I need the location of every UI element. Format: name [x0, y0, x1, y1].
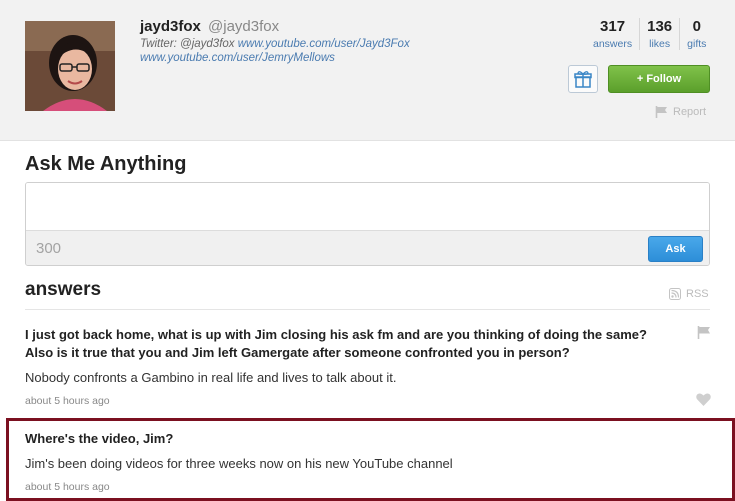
stat-answers-label: answers [593, 38, 633, 50]
stat-answers[interactable]: 317 answers [586, 18, 639, 50]
answer-timestamp[interactable]: about 5 hours ago [25, 481, 110, 493]
bio: Twitter: @jayd3fox www.youtube.com/user/… [140, 37, 460, 65]
character-counter: 300 [36, 240, 62, 257]
stat-gifts-label: gifts [687, 38, 707, 50]
rss-label: RSS [686, 288, 709, 300]
ask-button[interactable]: Ask [648, 236, 703, 262]
divider [25, 309, 710, 310]
rss-icon [669, 288, 681, 300]
avatar[interactable] [25, 21, 115, 111]
stat-gifts-value: 0 [692, 18, 701, 35]
question-text[interactable]: I just got back home, what is up with Ji… [25, 326, 670, 362]
answer-text: Nobody confronts a Gambino in real life … [25, 370, 397, 385]
stat-likes-value: 136 [647, 18, 673, 35]
username[interactable]: jayd3fox [140, 18, 201, 35]
user-photo-icon [25, 21, 115, 111]
report-link[interactable]: Report [655, 106, 706, 118]
bio-link-youtube-1[interactable]: www.youtube.com/user/Jayd3Fox [238, 38, 410, 50]
flag-icon [655, 106, 667, 118]
answers-heading: answers [25, 279, 102, 300]
answer-timestamp[interactable]: about 5 hours ago [25, 395, 110, 407]
bio-twitter: Twitter: @jayd3fox [140, 38, 235, 50]
gift-icon [574, 71, 592, 88]
stat-answers-value: 317 [600, 18, 626, 35]
ask-title: Ask Me Anything [25, 153, 187, 175]
name-line: jayd3fox @jayd3fox [140, 18, 279, 35]
like-button[interactable] [696, 393, 711, 411]
answer-text: Jim's been doing videos for three weeks … [25, 456, 453, 471]
rss-link[interactable]: RSS [669, 288, 709, 300]
ask-form: 300 Ask [25, 182, 710, 266]
profile-stats: 317 answers 136 likes 0 gifts [586, 18, 713, 50]
stat-likes-label: likes [649, 38, 671, 50]
ask-footer: 300 Ask [26, 230, 709, 265]
question-text[interactable]: Where's the video, Jim? [25, 431, 173, 446]
gift-button[interactable] [568, 65, 598, 93]
report-question-button[interactable] [697, 326, 711, 344]
question-input[interactable] [26, 183, 709, 230]
bio-link-youtube-2[interactable]: www.youtube.com/user/JemryMellows [140, 52, 335, 64]
report-label: Report [673, 106, 707, 118]
stat-gifts[interactable]: 0 gifts [679, 18, 713, 50]
stat-likes[interactable]: 136 likes [639, 18, 679, 50]
follow-button[interactable]: + Follow [608, 65, 710, 93]
profile-header: jayd3fox @jayd3fox Twitter: @jayd3fox ww… [0, 0, 735, 141]
handle: @jayd3fox [208, 18, 280, 35]
heart-icon [696, 393, 711, 406]
flag-icon [697, 326, 710, 339]
